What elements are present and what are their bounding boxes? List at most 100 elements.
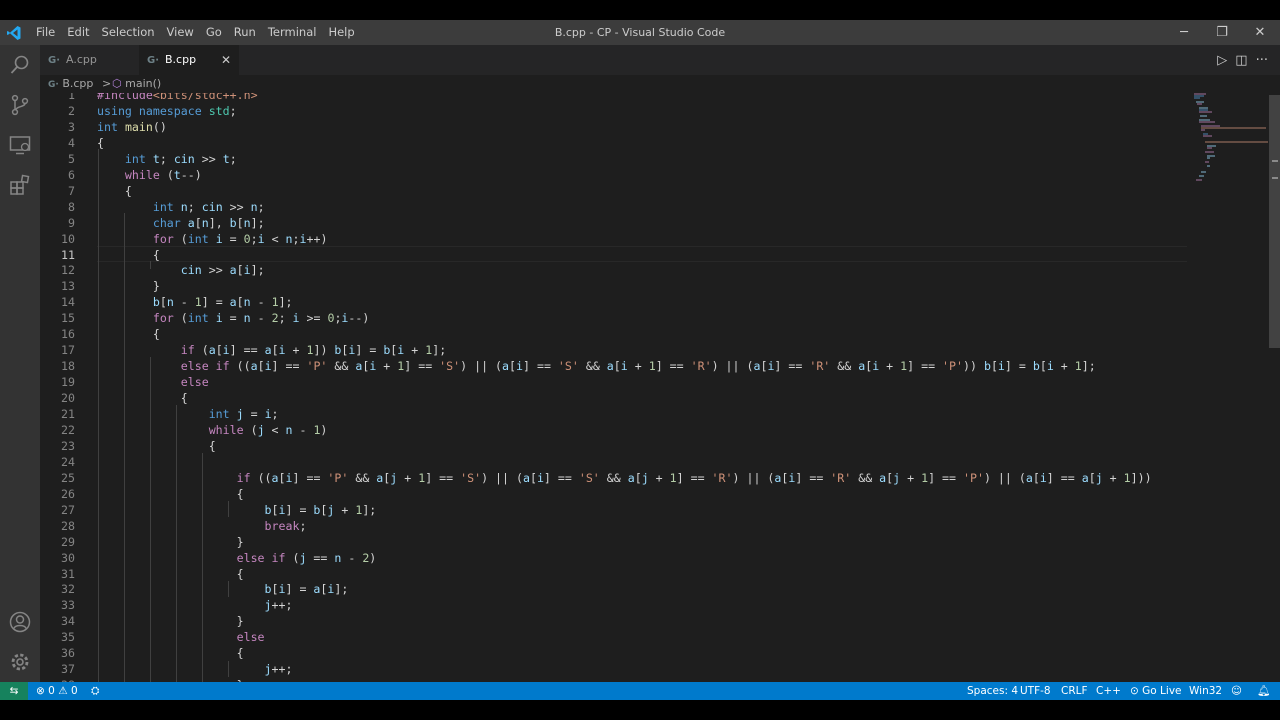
- line-number: 8: [68, 199, 75, 214]
- code-line[interactable]: 31 {: [40, 566, 1190, 582]
- line-number: 23: [61, 438, 75, 453]
- menu-edit[interactable]: Edit: [61, 20, 95, 45]
- code-line[interactable]: 8 int n; cin >> n;: [40, 199, 1190, 215]
- code-line[interactable]: 37 j++;: [40, 661, 1190, 677]
- remote-indicator-icon[interactable]: ⇆: [0, 682, 28, 700]
- notifications-bell-icon[interactable]: 🔔︎: [1257, 682, 1270, 700]
- close-tab-icon[interactable]: ✕: [221, 45, 231, 75]
- menu-selection[interactable]: Selection: [96, 20, 161, 45]
- code-line[interactable]: 33 j++;: [40, 597, 1190, 613]
- source-control-icon[interactable]: [8, 93, 32, 117]
- code-line[interactable]: 11 {: [40, 247, 1190, 263]
- code-line[interactable]: 14 b[n - 1] = a[n - 1];: [40, 294, 1190, 310]
- language-mode-status[interactable]: C++: [1096, 682, 1121, 700]
- code-line[interactable]: 28 break;: [40, 518, 1190, 534]
- code-line[interactable]: 13 }: [40, 278, 1190, 294]
- code-text: cin >> a[i];: [180, 263, 265, 278]
- line-number: 7: [68, 183, 75, 198]
- eol-status[interactable]: CRLF: [1061, 682, 1088, 700]
- tab-b-cpp[interactable]: G· B.cpp ✕: [139, 45, 239, 75]
- menu-terminal[interactable]: Terminal: [262, 20, 323, 45]
- cpp-file-icon: G·: [48, 55, 61, 66]
- line-number: 11: [61, 247, 75, 262]
- feedback-icon[interactable]: ☺: [1231, 682, 1242, 700]
- menu-run[interactable]: Run: [228, 20, 262, 45]
- go-live-button[interactable]: ⊙ Go Live: [1130, 682, 1182, 700]
- code-line[interactable]: 36 {: [40, 645, 1190, 661]
- code-line[interactable]: 26 {: [40, 486, 1190, 502]
- code-line[interactable]: 1 #include<bits/stdc++.h>: [40, 93, 1190, 103]
- code-text: if (a[i] == a[i + 1]) b[i] = b[i + 1];: [180, 343, 447, 358]
- error-count: 0: [48, 685, 55, 697]
- run-icon[interactable]: ▷: [1217, 53, 1227, 68]
- indentation-status[interactable]: Spaces: 4: [967, 682, 1018, 700]
- minimize-button[interactable]: ─: [1165, 20, 1203, 45]
- menu-file[interactable]: File: [30, 20, 61, 45]
- code-line[interactable]: 17 if (a[i] == a[i + 1]) b[i] = b[i + 1]…: [40, 342, 1190, 358]
- code-line[interactable]: 2 using namespace std;: [40, 103, 1190, 119]
- minimap[interactable]: [1190, 93, 1270, 193]
- breadcrumb-symbol[interactable]: ⬡ main(): [112, 75, 161, 93]
- menu-help[interactable]: Help: [322, 20, 360, 45]
- code-line[interactable]: 27 b[i] = b[j + 1];: [40, 502, 1190, 518]
- line-number: 32: [61, 582, 75, 597]
- vertical-scrollbar[interactable]: [1269, 95, 1280, 348]
- code-line[interactable]: 12 cin >> a[i];: [40, 262, 1190, 278]
- code-text: {: [236, 486, 244, 501]
- encoding-status[interactable]: UTF-8: [1020, 682, 1051, 700]
- menu-view[interactable]: View: [161, 20, 200, 45]
- status-bar: ⇆ ⊗ 0 ⚠ 0 ⛭ Spaces: 4 UTF-8 CRLF C++ ⊙ G…: [0, 682, 1280, 700]
- code-line[interactable]: 9 char a[n], b[n];: [40, 215, 1190, 231]
- settings-gear-icon[interactable]: [8, 650, 32, 674]
- code-text: for (int i = n - 2; i >= 0;i--): [152, 311, 370, 326]
- code-line[interactable]: 4{: [40, 135, 1190, 151]
- code-text: else if ((a[i] == 'P' && a[i + 1] == 'S'…: [180, 359, 1096, 374]
- code-line[interactable]: 16 {: [40, 326, 1190, 342]
- restore-button[interactable]: ❐: [1203, 20, 1241, 45]
- code-text: if ((a[i] == 'P' && a[j + 1] == 'S') || …: [236, 470, 1152, 485]
- remote-explorer-icon[interactable]: [8, 133, 32, 157]
- code-line[interactable]: 21 int j = i;: [40, 406, 1190, 422]
- code-text: else: [180, 375, 209, 390]
- code-line[interactable]: 20 {: [40, 390, 1190, 406]
- code-line[interactable]: 15 for (int i = n - 2; i >= 0;i--): [40, 310, 1190, 326]
- code-line[interactable]: 24: [40, 454, 1190, 470]
- code-line[interactable]: 30 else if (j == n - 2): [40, 550, 1190, 566]
- extensions-icon[interactable]: [8, 173, 32, 197]
- code-line[interactable]: 6 while (t--): [40, 167, 1190, 183]
- live-share-icon[interactable]: ⛭: [91, 682, 99, 700]
- code-line[interactable]: 10 for (int i = 0;i < n;i++): [40, 231, 1190, 247]
- platform-status[interactable]: Win32: [1189, 682, 1222, 700]
- line-number: 30: [61, 550, 75, 565]
- problems-indicator[interactable]: ⊗ 0 ⚠ 0: [36, 682, 78, 700]
- more-actions-icon[interactable]: ···: [1256, 53, 1268, 68]
- line-number: 26: [61, 486, 75, 501]
- code-line[interactable]: 22 while (j < n - 1): [40, 422, 1190, 438]
- split-editor-icon[interactable]: ◫: [1235, 53, 1247, 68]
- code-line[interactable]: 34 }: [40, 613, 1190, 629]
- code-line[interactable]: 3 int main(): [40, 119, 1190, 135]
- code-text: {: [180, 391, 188, 406]
- explorer-search-icon[interactable]: [8, 53, 32, 77]
- account-icon[interactable]: [8, 610, 32, 634]
- title-bar: File Edit Selection View Go Run Terminal Help B…: [0, 20, 1280, 45]
- code-text: b[n - 1] = a[n - 1];: [152, 295, 293, 310]
- vscode-logo-icon[interactable]: [6, 25, 22, 41]
- code-line[interactable]: 19 else: [40, 374, 1190, 390]
- code-line[interactable]: 5 int t; cin >> t;: [40, 151, 1190, 167]
- cpp-file-icon: G·: [48, 80, 59, 90]
- code-line[interactable]: 7 {: [40, 183, 1190, 199]
- line-number: 2: [68, 103, 75, 118]
- code-editor[interactable]: 1 #include<bits/stdc++.h> 2 using namespace…: [40, 93, 1190, 682]
- code-text: else: [236, 630, 265, 645]
- code-line[interactable]: 25 if ((a[i] == 'P' && a[j + 1] == 'S') …: [40, 470, 1190, 486]
- close-window-button[interactable]: ✕: [1241, 20, 1279, 45]
- breadcrumb-file[interactable]: G· B.cpp: [48, 75, 93, 94]
- code-line[interactable]: 18 else if ((a[i] == 'P' && a[i + 1] == …: [40, 358, 1190, 374]
- menu-go[interactable]: Go: [200, 20, 228, 45]
- tab-a-cpp[interactable]: G· A.cpp: [40, 45, 138, 75]
- code-line[interactable]: 23 {: [40, 438, 1190, 454]
- code-line[interactable]: 32 b[i] = a[i];: [40, 581, 1190, 597]
- code-line[interactable]: 35 else: [40, 629, 1190, 645]
- code-line[interactable]: 29 }: [40, 534, 1190, 550]
